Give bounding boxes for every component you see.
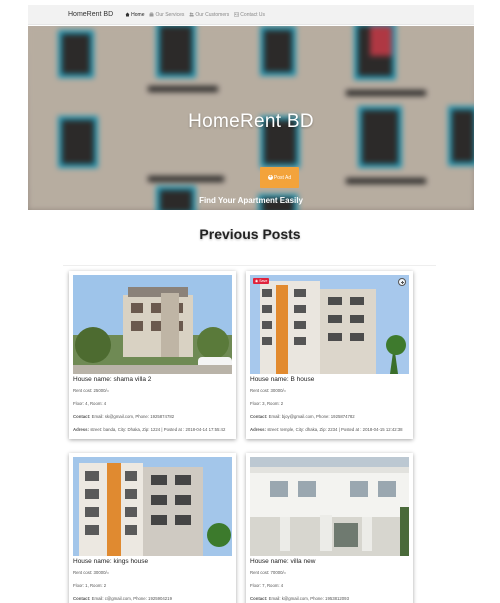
nav-customers-label: Our Customers	[195, 11, 230, 18]
house-name: House name: B house	[250, 376, 315, 383]
contact-info: Contact: Email: sk@gmail.com, Phone: 192…	[73, 414, 175, 419]
post-card[interactable]: House name: shama villa 2 Rent cost: 250…	[69, 271, 236, 439]
nav-contact[interactable]: Contact Us	[234, 12, 265, 18]
rent-cost: Rent cost: 25000/=	[73, 388, 110, 393]
zoom-icon[interactable]	[398, 278, 406, 286]
rent-cost: Rent cost: 30000/=	[250, 388, 287, 393]
home-icon	[125, 12, 130, 17]
house-photo[interactable]	[73, 275, 232, 374]
post-card[interactable]: House name: villa new Rent cost: 70000/=…	[246, 453, 413, 603]
nav-services-label: Our Services	[155, 11, 185, 18]
house-name: House name: villa new	[250, 558, 316, 565]
hero-subtitle: Find Your Apartment Easily	[199, 196, 303, 205]
hero-banner: HomeRent BD + Post Ad Find Your Apartmen…	[28, 26, 474, 210]
section-title: Previous Posts	[199, 226, 301, 242]
address-info: Adress: street: banda, City: Dhaka, Zip:…	[73, 427, 226, 432]
users-icon	[189, 12, 195, 17]
nav-contact-label: Contact Us	[240, 11, 266, 18]
post-card[interactable]: House name: kings house Rent cost: 30000…	[69, 453, 236, 603]
nav-home[interactable]: Home	[125, 12, 144, 18]
nav-services[interactable]: Our Services	[149, 12, 184, 18]
address-info: Adress: street: temple, City: dhaka, Zip…	[250, 427, 403, 432]
brand-link[interactable]: HomeRent BD	[68, 11, 113, 18]
contact-info: Contact: Email: k@gmail.com, Phone: 1953…	[250, 596, 349, 601]
house-name: House name: shama villa 2	[73, 376, 152, 383]
contact-info: Contact: Email: c@gmail.com, Phone: 1925…	[73, 596, 172, 601]
nav-customers[interactable]: Our Customers	[189, 12, 229, 18]
nav-home-label: Home	[131, 11, 145, 18]
floor-room: Floor: 7, Room: 4	[250, 583, 284, 588]
navbar: HomeRent BD Home Our Services Our Custom…	[28, 5, 474, 25]
plus-circle-icon: +	[267, 174, 273, 180]
pin-icon: ◉	[255, 279, 259, 283]
rent-cost: Rent cost: 30000/=	[73, 570, 110, 575]
divider	[63, 265, 436, 266]
house-name: House name: kings house	[73, 558, 149, 565]
save-button[interactable]: ◉ Save	[253, 278, 270, 284]
hero-title: HomeRent BD	[188, 111, 314, 132]
floor-room: Floor: 1, Room: 2	[73, 583, 107, 588]
house-photo[interactable]	[73, 457, 232, 556]
post-ad-label: Post Ad	[273, 174, 292, 181]
post-card[interactable]: ◉ Save House name: B house Rent cost: 30…	[246, 271, 413, 439]
floor-room: Floor: 4, Room: 4	[73, 401, 107, 406]
floor-room: Floor: 3, Room: 2	[250, 401, 284, 406]
rent-cost: Rent cost: 70000/=	[250, 570, 287, 575]
house-photo[interactable]: ◉ Save	[250, 275, 409, 374]
post-ad-button[interactable]: + Post Ad	[260, 167, 299, 188]
briefcase-icon	[149, 12, 154, 17]
house-photo[interactable]	[250, 457, 409, 556]
contact-card-icon	[234, 12, 240, 17]
contact-info: Contact: Email: bjoy@gmail.com, Phone: 1…	[250, 414, 355, 419]
